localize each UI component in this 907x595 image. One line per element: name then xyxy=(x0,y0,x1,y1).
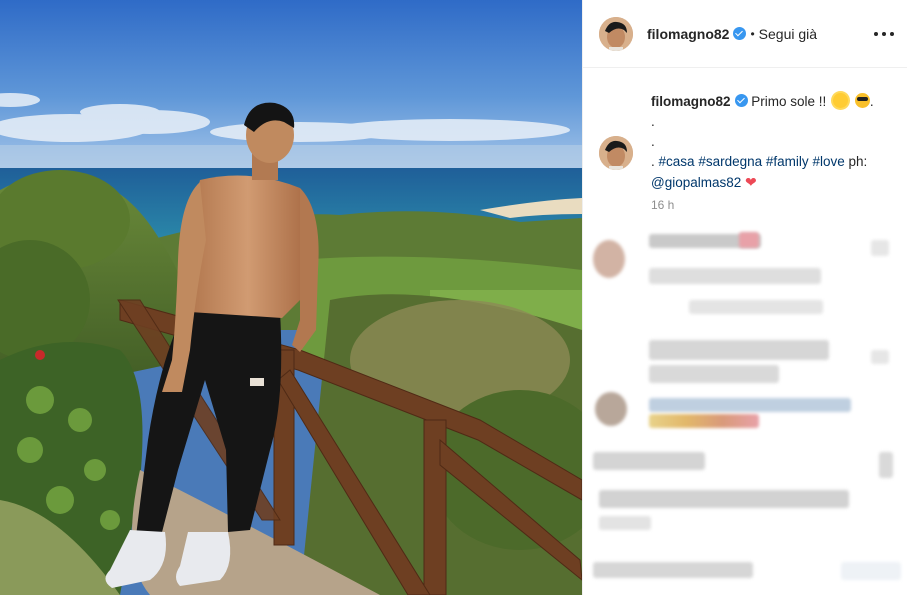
caption-avatar-image xyxy=(599,136,633,170)
photo-credit-prefix: ph: xyxy=(848,154,868,169)
caption-dot-3: . xyxy=(651,154,655,169)
caption-dot-0: . xyxy=(869,94,874,109)
sun-emoji-icon xyxy=(833,93,849,108)
comment-like-blurred xyxy=(879,452,893,478)
caption-line-hashtags: . #casa #sardegna #family #love ph: xyxy=(651,152,894,172)
comment-text-blurred xyxy=(649,268,821,284)
caption-text: filomagno82 Primo sole !! . . . . #casa … xyxy=(651,92,894,193)
comment-text-blurred xyxy=(689,300,823,314)
comment-text-blurred xyxy=(593,452,705,470)
comment-text-blurred xyxy=(649,340,829,360)
header-username[interactable]: filomagno82 xyxy=(647,26,729,42)
mention-giopalmas82[interactable]: @giopalmas82 xyxy=(651,175,741,190)
caption-dot-2: . xyxy=(651,134,655,149)
comment-like-blurred xyxy=(871,240,889,256)
hashtag-love[interactable]: #love xyxy=(812,154,844,169)
caption-dot-1: . xyxy=(651,114,655,129)
hashtag-sardegna[interactable]: #sardegna xyxy=(698,154,762,169)
post-timestamp[interactable]: 16 h xyxy=(651,198,674,212)
hashtag-casa[interactable]: #casa xyxy=(659,154,695,169)
caption-message: Primo sole !! xyxy=(751,94,827,109)
comment-text-blurred xyxy=(649,365,779,383)
post-sidebar: filomagno82 • Segui già filomagno82 Prim… xyxy=(582,0,907,595)
instagram-post: filomagno82 • Segui già filomagno82 Prim… xyxy=(0,0,907,595)
verified-badge-icon xyxy=(733,27,747,40)
comment-like-blurred xyxy=(841,562,901,580)
post-header: filomagno82 • Segui già xyxy=(583,0,907,68)
sunglasses-emoji-icon xyxy=(854,93,870,108)
more-dot xyxy=(874,32,878,36)
caption-line-mention: @giopalmas82 ❤ xyxy=(651,172,894,193)
comment-avatar-blurred xyxy=(593,240,625,278)
follow-status-button[interactable]: Segui già xyxy=(759,26,817,42)
comment-text-blurred xyxy=(599,516,651,530)
comment-text-blurred xyxy=(649,398,851,412)
caption-avatar[interactable] xyxy=(599,136,633,170)
heart-icon: ❤ xyxy=(745,174,757,190)
caption-verified-badge-icon xyxy=(734,94,748,107)
hashtag-family[interactable]: #family xyxy=(766,154,809,169)
avatar-image xyxy=(599,16,633,51)
more-dot xyxy=(882,32,886,36)
comment-text-blurred xyxy=(739,232,759,248)
comment-like-blurred xyxy=(871,350,889,364)
post-photo[interactable] xyxy=(0,0,582,595)
comment-emojis-blurred xyxy=(649,414,759,428)
post-photo-image xyxy=(0,0,582,595)
header-separator: • xyxy=(750,26,755,41)
avatar[interactable] xyxy=(599,16,633,51)
more-dot xyxy=(890,32,894,36)
caption-line-1: filomagno82 Primo sole !! . xyxy=(651,92,894,112)
caption-username[interactable]: filomagno82 xyxy=(651,94,731,109)
comment-text-blurred xyxy=(599,490,849,508)
more-options-icon[interactable] xyxy=(874,24,894,44)
comment-avatar-blurred xyxy=(595,392,627,426)
comment-text-blurred xyxy=(593,562,753,578)
